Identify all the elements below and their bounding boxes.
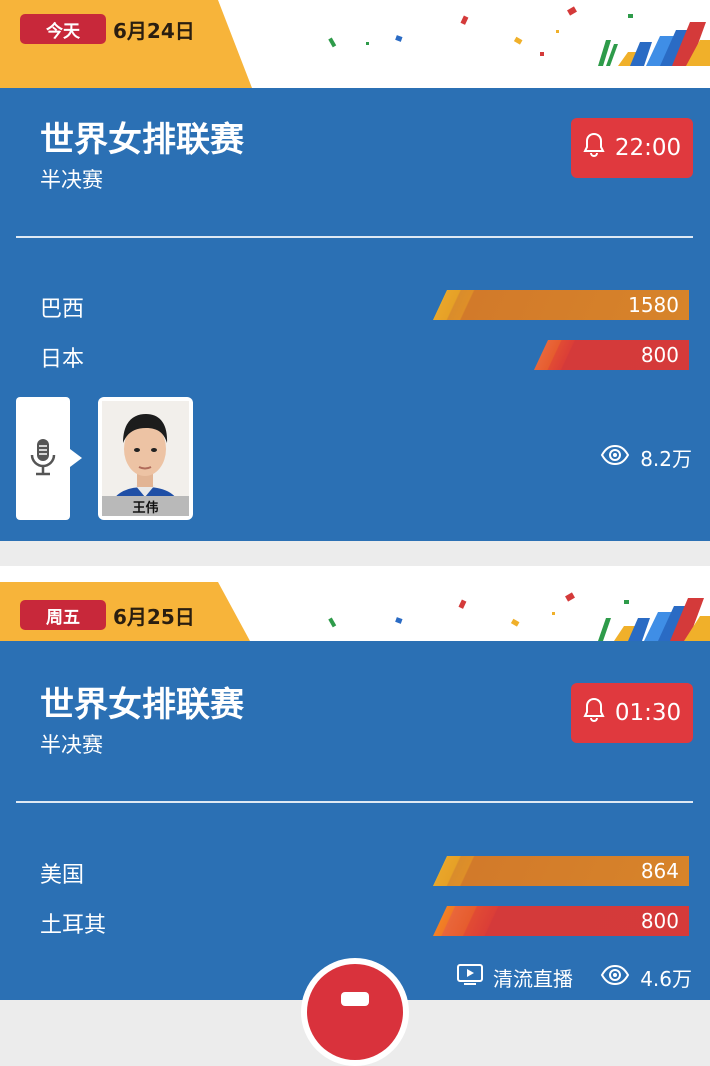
view-count: 4.6万 bbox=[600, 963, 692, 992]
day-header-2: 周五 6月25日 bbox=[0, 566, 710, 641]
vote-bar[interactable]: 800 bbox=[534, 340, 689, 370]
vote-count: 864 bbox=[640, 859, 679, 883]
commentary-tab[interactable] bbox=[16, 397, 82, 520]
view-count: 8.2万 bbox=[600, 443, 692, 472]
bell-icon bbox=[583, 132, 605, 164]
view-count-value: 4.6万 bbox=[640, 967, 692, 991]
team-name: 巴西 bbox=[40, 297, 85, 322]
event-title: 世界女排联赛 bbox=[40, 120, 244, 160]
reminder-time: 22:00 bbox=[614, 135, 682, 161]
view-count-value: 8.2万 bbox=[640, 447, 692, 471]
reminder-time: 01:30 bbox=[614, 700, 682, 726]
vote-bar[interactable]: 800 bbox=[433, 906, 689, 936]
divider bbox=[16, 801, 693, 803]
commentator-card[interactable]: 王伟 bbox=[98, 397, 193, 520]
event-stage: 半决赛 bbox=[40, 168, 103, 192]
bell-icon bbox=[583, 697, 605, 729]
eye-icon bbox=[600, 964, 630, 991]
team-name: 土耳其 bbox=[40, 913, 107, 938]
vote-count: 1580 bbox=[628, 293, 679, 317]
team-name: 日本 bbox=[40, 347, 85, 372]
vote-count: 800 bbox=[640, 909, 679, 933]
divider bbox=[16, 236, 693, 238]
eye-icon bbox=[600, 444, 630, 471]
reminder-button[interactable]: 22:00 bbox=[571, 118, 693, 178]
floating-action-button[interactable] bbox=[301, 958, 409, 1066]
team-name: 美国 bbox=[40, 863, 85, 888]
vote-count: 800 bbox=[640, 343, 679, 367]
match-card-2[interactable]: 世界女排联赛 半决赛 01:30 美国 864 土耳其 800 清流直播 4.6… bbox=[0, 641, 710, 1000]
vote-bar[interactable]: 1580 bbox=[433, 290, 689, 320]
microphone-icon bbox=[28, 437, 58, 481]
tv-play-icon bbox=[457, 964, 483, 991]
day-header-1: 今天 6月24日 bbox=[0, 0, 710, 88]
commentator-name: 王伟 bbox=[102, 496, 189, 516]
live-stream-label: 清流直播 bbox=[493, 967, 573, 991]
event-title: 世界女排联赛 bbox=[40, 685, 244, 725]
confetti-decoration bbox=[328, 592, 710, 641]
event-stage: 半决赛 bbox=[40, 733, 103, 757]
live-stream-link[interactable]: 清流直播 bbox=[457, 963, 573, 992]
app-logo-icon bbox=[307, 964, 403, 1060]
confetti-decoration bbox=[328, 6, 710, 66]
reminder-button[interactable]: 01:30 bbox=[571, 683, 693, 743]
vote-bar[interactable]: 864 bbox=[433, 856, 689, 886]
